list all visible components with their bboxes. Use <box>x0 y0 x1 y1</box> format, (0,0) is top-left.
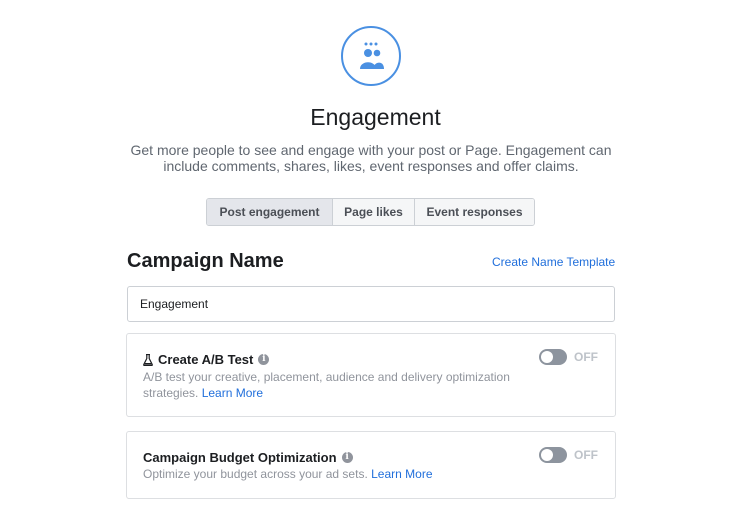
campaign-setup-page: Engagement Get more people to see and en… <box>0 0 751 511</box>
objective-description-line-2: include comments, shares, likes, event r… <box>163 158 579 174</box>
create-name-template-link[interactable]: Create Name Template <box>492 255 615 269</box>
tab-post-engagement[interactable]: Post engagement <box>207 199 332 225</box>
ab-test-title-row: Create A/B Test i <box>143 352 270 367</box>
budget-optimization-toggle[interactable] <box>539 447 567 463</box>
budget-optimization-title-row: Campaign Budget Optimization i <box>143 450 353 465</box>
budget-optimization-toggle-state: OFF <box>574 448 598 462</box>
ab-test-toggle[interactable] <box>539 349 567 365</box>
ab-test-toggle-state: OFF <box>574 350 598 364</box>
tab-page-likes[interactable]: Page likes <box>332 199 414 225</box>
budget-optimization-title: Campaign Budget Optimization <box>143 450 337 465</box>
objective-description-line-1: Get more people to see and engage with y… <box>130 142 612 158</box>
campaign-name-heading: Campaign Name <box>127 250 284 272</box>
info-icon[interactable]: i <box>258 354 270 365</box>
info-icon[interactable]: i <box>341 452 353 463</box>
toggle-knob <box>541 449 553 461</box>
ab-test-card: Create A/B Test i A/B test your creative… <box>126 333 616 417</box>
budget-optimization-description-text: Optimize your budget across your ad sets… <box>143 467 368 481</box>
ab-test-title: Create A/B Test <box>158 352 254 367</box>
ab-test-learn-more-link[interactable]: Learn More <box>202 386 263 400</box>
people-group-icon <box>341 26 401 86</box>
engagement-type-tabs: Post engagement Page likes Event respons… <box>206 198 535 226</box>
ab-test-description-text: A/B test your creative, placement, audie… <box>143 370 510 400</box>
objective-title: Engagement <box>310 104 441 130</box>
campaign-name-input[interactable] <box>127 286 615 322</box>
objective-description: Get more people to see and engage with y… <box>120 142 622 174</box>
budget-optimization-learn-more-link[interactable]: Learn More <box>371 467 432 481</box>
toggle-knob <box>541 351 553 363</box>
ab-test-description: A/B test your creative, placement, audie… <box>143 369 543 401</box>
tab-event-responses[interactable]: Event responses <box>414 199 534 225</box>
budget-optimization-description: Optimize your budget across your ad sets… <box>143 466 543 482</box>
flask-icon <box>143 353 153 366</box>
budget-optimization-card: Campaign Budget Optimization i Optimize … <box>126 431 616 499</box>
